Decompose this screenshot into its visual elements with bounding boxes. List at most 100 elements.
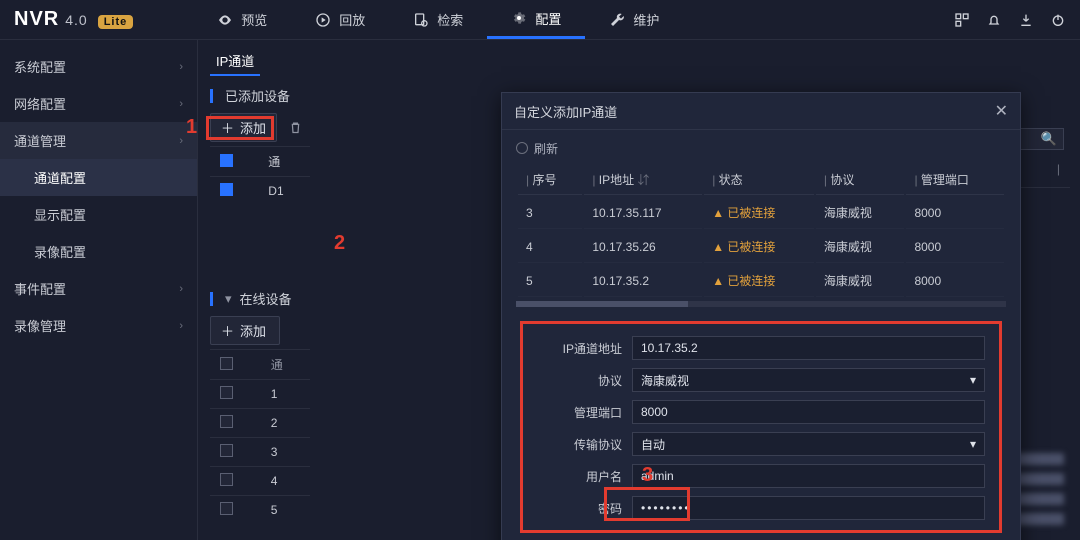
table-row[interactable]: 5 <box>210 496 310 525</box>
table-row[interactable]: 1 <box>210 380 310 409</box>
row-pwd: 密码•••••••• <box>537 496 985 520</box>
label-proto: 协议 <box>537 372 632 389</box>
add-button-2[interactable]: ＋ 添加 <box>210 316 280 345</box>
table-row[interactable]: D1 <box>210 177 310 206</box>
cell: 4 <box>518 231 582 263</box>
qr-icon[interactable] <box>954 12 970 28</box>
checkbox[interactable] <box>220 183 233 196</box>
row-trans: 传输协议自动▾ <box>537 432 985 456</box>
add-button-label: 添加 <box>240 118 266 137</box>
cell: 10.17.35.2 <box>584 265 702 297</box>
refresh-row[interactable]: 刷新 <box>516 140 1006 157</box>
cell: 3 <box>261 438 310 467</box>
chevron-right-icon: › <box>179 283 183 295</box>
checkbox[interactable] <box>220 357 233 370</box>
add-button[interactable]: ＋ 添加 <box>210 113 277 142</box>
checkbox[interactable] <box>220 415 233 428</box>
annotation-number-1: 1 <box>186 116 197 139</box>
sidebar-item-label: 事件配置 <box>14 279 66 298</box>
select-trans[interactable]: 自动▾ <box>632 432 985 456</box>
gear-icon <box>511 10 527 26</box>
added-table: 通 D1 <box>210 146 310 205</box>
main-area: IP通道 已添加设备 ＋ 添加 通 D1 ▾ 在线设备 ＋ 添加 <box>198 40 1080 540</box>
label-ip: IP通道地址 <box>537 340 632 357</box>
sidebar-display-config[interactable]: 显示配置 <box>0 196 197 233</box>
sidebar-item-label: 系统配置 <box>14 57 66 76</box>
input-ip[interactable]: 10.17.35.2 <box>632 336 985 360</box>
table-row[interactable]: 3 <box>210 438 310 467</box>
tab-ip-channel[interactable]: IP通道 <box>210 47 260 76</box>
accent-bar <box>210 292 213 306</box>
nav-maintain[interactable]: 维护 <box>585 0 683 39</box>
status-text: 已被连接 <box>727 206 775 220</box>
col-n: 序号 <box>518 165 582 195</box>
sidebar-channel-config[interactable]: 通道配置 <box>0 159 197 196</box>
cell: 3 <box>518 197 582 229</box>
device-list-table: 序号 IP地址 ⇵ 状态 协议 管理端口 310.17.35.117▲ 已被连接… <box>516 163 1006 299</box>
radio-icon[interactable] <box>516 142 528 154</box>
table-row[interactable]: 2 <box>210 409 310 438</box>
sidebar-record-config[interactable]: 录像配置 <box>0 233 197 270</box>
channel-tabs: IP通道 <box>198 40 1080 82</box>
sidebar-item-label: 通道管理 <box>14 131 66 150</box>
input-value: 8000 <box>641 405 668 419</box>
input-pwd[interactable]: •••••••• <box>632 496 985 520</box>
sidebar-event[interactable]: 事件配置 › <box>0 270 197 307</box>
logo: NVR 4.0 Lite <box>14 8 133 31</box>
col-ip[interactable]: IP地址 ⇵ <box>584 165 702 195</box>
nav-playback[interactable]: 回放 <box>291 0 389 39</box>
form-area: IP通道地址10.17.35.2 协议海康威视▾ 管理端口8000 传输协议自动… <box>520 321 1002 533</box>
nav-maintain-label: 维护 <box>633 10 659 29</box>
table-row[interactable]: 4 <box>210 467 310 496</box>
cell: 10.17.35.26 <box>584 231 702 263</box>
checkbox[interactable] <box>220 154 233 167</box>
cell: 5 <box>261 496 310 525</box>
checkbox[interactable] <box>220 473 233 486</box>
subtitle-online: 在线设备 <box>240 289 292 308</box>
checkbox[interactable] <box>220 386 233 399</box>
sidebar-channel[interactable]: 通道管理› <box>0 122 197 159</box>
delete-icon[interactable] <box>287 120 303 136</box>
table-row[interactable]: 510.17.35.2▲ 已被连接海康威视8000 <box>518 265 1004 297</box>
input-port[interactable]: 8000 <box>632 400 985 424</box>
input-user[interactable]: admin <box>632 464 985 488</box>
chevron-right-icon: › <box>179 61 183 73</box>
col-port: 管理端口 <box>906 165 1004 195</box>
sidebar-item-label: 显示配置 <box>34 205 86 224</box>
label-trans: 传输协议 <box>537 436 632 453</box>
annotation-number-2: 2 <box>334 232 345 255</box>
checkbox[interactable] <box>220 502 233 515</box>
table-row[interactable]: 310.17.35.117▲ 已被连接海康威视8000 <box>518 197 1004 229</box>
bell-icon[interactable] <box>986 12 1002 28</box>
scrollbar-thumb[interactable] <box>516 301 688 307</box>
col-ip-label: IP地址 <box>599 173 634 187</box>
cell: D1 <box>258 177 310 206</box>
nav-search[interactable]: 检索 <box>389 0 487 39</box>
cell: 8000 <box>906 265 1004 297</box>
status-text: 已被连接 <box>727 274 775 288</box>
select-proto[interactable]: 海康威视▾ <box>632 368 985 392</box>
nav-config[interactable]: 配置 <box>487 0 585 39</box>
playback-icon <box>315 12 331 28</box>
sidebar-system[interactable]: 系统配置 › <box>0 48 197 85</box>
nav-preview[interactable]: 预览 <box>193 0 291 39</box>
chevron-right-icon: › <box>179 320 183 332</box>
sidebar-record-manage[interactable]: 录像管理› <box>0 307 197 344</box>
add-button-label: 添加 <box>240 321 266 340</box>
close-icon[interactable]: ✕ <box>995 101 1008 121</box>
power-icon[interactable] <box>1050 12 1066 28</box>
annotation-number-3: 3 <box>642 464 653 487</box>
plus-icon: ＋ <box>221 118 234 137</box>
sidebar-network[interactable]: 网络配置› <box>0 85 197 122</box>
label-user: 用户名 <box>537 468 632 485</box>
checkbox[interactable] <box>220 444 233 457</box>
cell: 8000 <box>906 231 1004 263</box>
row-port: 管理端口8000 <box>537 400 985 424</box>
cell: 海康威视 <box>816 265 905 297</box>
modal-title: 自定义添加IP通道 <box>514 102 617 121</box>
horizontal-scrollbar[interactable] <box>516 301 1006 307</box>
download-icon[interactable] <box>1018 12 1034 28</box>
table-row[interactable]: 410.17.35.26▲ 已被连接海康威视8000 <box>518 231 1004 263</box>
col-header: 通 <box>261 350 310 380</box>
table-row[interactable]: 通 <box>210 147 310 177</box>
